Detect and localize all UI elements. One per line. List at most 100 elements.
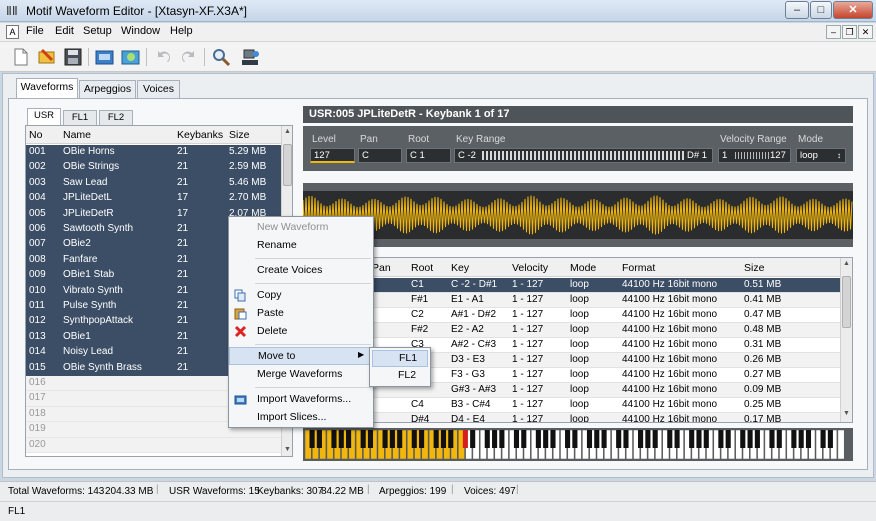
- submenu-fl1[interactable]: FL1: [372, 350, 428, 367]
- black-key[interactable]: [550, 430, 556, 448]
- black-key[interactable]: [499, 430, 505, 448]
- submenu-fl2[interactable]: FL2: [372, 368, 428, 385]
- black-key[interactable]: [382, 430, 388, 448]
- col-velocity[interactable]: Velocity: [512, 262, 548, 274]
- keybank-table[interactable]: Pan Root Key Velocity Mode Format Size C…: [303, 257, 853, 423]
- black-key[interactable]: [696, 430, 702, 448]
- menu-paste[interactable]: Paste: [229, 305, 373, 323]
- black-key[interactable]: [740, 430, 746, 448]
- table-row[interactable]: C2 A#1 - D#2 1 - 127 loop 44100 Hz 16bit mon…: [304, 308, 840, 323]
- bank-tab-fl1[interactable]: FL1: [63, 110, 97, 125]
- black-key[interactable]: [411, 430, 417, 448]
- mode-spin-icon[interactable]: ↕: [837, 149, 841, 162]
- keybank-scrollbar[interactable]: ▲ ▼: [840, 258, 852, 422]
- black-key[interactable]: [565, 430, 571, 448]
- open-icon[interactable]: [36, 46, 58, 68]
- black-key[interactable]: [616, 430, 622, 448]
- black-key[interactable]: [397, 430, 403, 448]
- table-row[interactable]: C4 B3 - C#4 1 - 127 loop 44100 Hz 16bit mono…: [304, 398, 840, 413]
- black-key[interactable]: [572, 430, 578, 448]
- black-key[interactable]: [594, 430, 600, 448]
- black-key[interactable]: [389, 430, 395, 448]
- redo-icon[interactable]: [178, 46, 200, 68]
- black-key[interactable]: [360, 430, 366, 448]
- black-key[interactable]: [769, 430, 775, 448]
- menu-import-waveforms[interactable]: Import Waveforms...: [229, 391, 373, 409]
- app-icon[interactable]: ⅡⅡ: [6, 4, 20, 18]
- black-key[interactable]: [419, 430, 425, 448]
- piano-keyboard[interactable]: [303, 428, 853, 461]
- menu-window[interactable]: Window: [121, 25, 160, 37]
- black-key[interactable]: [623, 430, 629, 448]
- maximize-button[interactable]: □: [810, 1, 832, 19]
- key-range-field[interactable]: C -2 D# 1: [454, 148, 713, 163]
- bank-tab-usr[interactable]: USR: [27, 108, 61, 125]
- list-item[interactable]: 003 Saw Lead 21 5.46 MB: [26, 175, 281, 192]
- table-row[interactable]: D#4 D4 - E4 1 - 127 loop 44100 Hz 16bit mono…: [304, 413, 840, 422]
- black-key[interactable]: [367, 430, 374, 448]
- scroll-thumb[interactable]: [283, 144, 292, 186]
- tab-arpeggios[interactable]: Arpeggios: [79, 80, 136, 98]
- scroll-down-icon[interactable]: ▼: [283, 446, 292, 454]
- col-keybanks[interactable]: Keybanks: [177, 129, 223, 141]
- menu-create-voices[interactable]: Create Voices: [229, 262, 373, 280]
- black-key[interactable]: [638, 430, 644, 448]
- tab-waveforms[interactable]: Waveforms: [16, 78, 78, 99]
- scroll-down-icon[interactable]: ▼: [842, 410, 851, 417]
- table-row[interactable]: C1 C -2 - D#1 1 - 127 loop 44100 Hz 16bit mo…: [304, 278, 840, 293]
- black-key[interactable]: [586, 430, 593, 448]
- black-key[interactable]: [798, 430, 804, 448]
- velocity-range-field[interactable]: 1 127: [718, 148, 791, 163]
- menu-new-waveform[interactable]: New Waveform: [229, 219, 373, 237]
- mdi-document-icon[interactable]: A: [6, 25, 19, 39]
- white-key[interactable]: [837, 429, 845, 460]
- menu-delete[interactable]: Delete: [229, 323, 373, 341]
- col-format[interactable]: Format: [622, 262, 655, 274]
- black-key[interactable]: [346, 430, 352, 448]
- table-row[interactable]: F#2 E2 - A2 1 - 127 loop 44100 Hz 16bit mono…: [304, 323, 840, 338]
- new-file-icon[interactable]: [10, 46, 32, 68]
- black-key[interactable]: [521, 430, 527, 448]
- black-key[interactable]: [513, 430, 520, 448]
- menu-rename[interactable]: Rename: [229, 237, 373, 255]
- scroll-up-icon[interactable]: ▲: [283, 128, 292, 136]
- level-field[interactable]: 127: [310, 148, 355, 163]
- black-key[interactable]: [462, 430, 468, 448]
- import-icon[interactable]: [94, 46, 116, 68]
- black-key[interactable]: [448, 430, 454, 448]
- black-key[interactable]: [484, 430, 490, 448]
- black-key[interactable]: [725, 430, 731, 448]
- black-key[interactable]: [791, 430, 797, 448]
- black-key[interactable]: [316, 430, 322, 448]
- black-key[interactable]: [827, 430, 833, 448]
- waveform-display[interactable]: [302, 183, 853, 247]
- black-key[interactable]: [470, 430, 476, 448]
- black-key[interactable]: [652, 430, 658, 448]
- menu-setup[interactable]: Setup: [83, 25, 112, 37]
- bank-tab-fl2[interactable]: FL2: [99, 110, 133, 125]
- list-item[interactable]: 001 OBie Horns 21 5.29 MB: [26, 145, 281, 161]
- black-key[interactable]: [331, 430, 337, 448]
- black-key[interactable]: [338, 430, 344, 448]
- col-key[interactable]: Key: [451, 262, 469, 274]
- black-key[interactable]: [645, 430, 651, 448]
- scroll-thumb[interactable]: [842, 276, 851, 328]
- table-row[interactable]: F#1 E1 - A1 1 - 127 loop 44100 Hz 16bit mono…: [304, 293, 840, 308]
- mode-select[interactable]: loop ↕: [796, 148, 846, 163]
- list-item[interactable]: 002 OBie Strings 21 2.59 MB: [26, 160, 281, 176]
- col-name[interactable]: Name: [63, 129, 91, 141]
- scroll-up-icon[interactable]: ▲: [842, 260, 851, 267]
- menu-merge-waveforms[interactable]: Merge Waveforms: [229, 366, 373, 384]
- menu-import-slices[interactable]: Import Slices...: [229, 409, 373, 427]
- tab-voices[interactable]: Voices: [137, 80, 180, 98]
- root-field[interactable]: C 1: [406, 148, 451, 163]
- close-button[interactable]: ✕: [833, 1, 873, 19]
- device-icon[interactable]: [240, 46, 262, 68]
- menu-file[interactable]: File: [26, 25, 44, 37]
- black-key[interactable]: [440, 430, 447, 448]
- black-key[interactable]: [535, 430, 541, 448]
- black-key[interactable]: [433, 430, 439, 448]
- black-key[interactable]: [718, 430, 724, 448]
- col-pan[interactable]: Pan: [372, 262, 391, 274]
- col-no[interactable]: No: [29, 129, 42, 141]
